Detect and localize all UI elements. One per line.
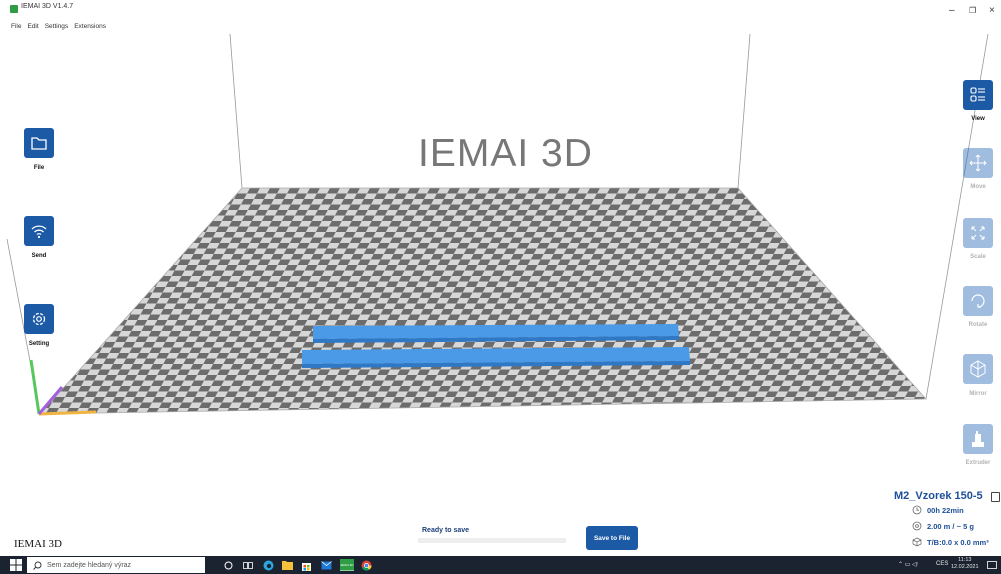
dimensions-row: T/B:0.0 x 0.0 mm³: [912, 537, 989, 547]
move-tool-button[interactable]: [963, 148, 993, 178]
clock-icon: [912, 505, 922, 515]
scale-tool-label: Scale: [970, 254, 986, 260]
move-arrows-icon: [969, 154, 987, 172]
build-plate-viewport[interactable]: [0, 34, 1001, 554]
clock-date: 12.02.2021: [951, 564, 979, 570]
print-time-row: 00h 22min: [912, 505, 964, 515]
scale-tool-button[interactable]: [963, 218, 993, 248]
view-tool-label: View: [971, 116, 985, 122]
extruder-tool-label: Extruder: [965, 460, 991, 466]
model-name: M2_Vzorek 150-5: [894, 490, 983, 502]
rotate-tool-button[interactable]: [963, 286, 993, 316]
taskbar-clock[interactable]: 11:13 12.02.2021: [951, 557, 979, 571]
y-axis-gizmo: [29, 359, 41, 415]
edge-browser-icon[interactable]: [262, 559, 274, 571]
store-icon[interactable]: [300, 559, 312, 571]
send-tool-label: Send: [31, 253, 47, 259]
view-tool-button[interactable]: [963, 80, 993, 110]
x-axis-gizmo: [38, 410, 97, 416]
viewport-brand-text: IEMAI 3D: [418, 132, 593, 175]
task-view-icon[interactable]: [242, 559, 254, 571]
chrome-browser-icon[interactable]: [360, 559, 372, 571]
taskbar-search-box[interactable]: Sem zadejte hledaný výraz: [27, 557, 205, 573]
mirror-cube-icon: [970, 360, 986, 378]
material-row: 2.00 m / ~ 5 g: [912, 521, 974, 531]
close-button[interactable]: ×: [989, 6, 995, 16]
tray-icons[interactable]: ⌃ ▭ ◁ᵎ: [898, 561, 918, 568]
rotate-tool-label: Rotate: [968, 322, 988, 328]
save-to-file-button[interactable]: Save to File: [586, 526, 638, 550]
extruder-tool-button[interactable]: [963, 424, 993, 454]
wifi-icon: [31, 225, 47, 239]
title-bar: IEMAI 3D V1.4.7 – ❐ ×: [0, 0, 1001, 22]
notification-center-icon[interactable]: [986, 559, 998, 571]
send-tool-button[interactable]: [24, 216, 54, 246]
rotate-icon: [971, 294, 985, 308]
gear-icon: [32, 312, 46, 326]
material-value: 2.00 m / ~ 5 g: [927, 521, 974, 531]
file-explorer-icon[interactable]: [281, 559, 293, 571]
menu-bar: File Edit Settings Extensions: [11, 23, 106, 33]
folder-icon: [31, 137, 47, 150]
restore-button[interactable]: ❐: [969, 6, 976, 16]
scale-arrows-icon: [971, 226, 985, 240]
taskbar-search-placeholder: Sem zadejte hledaný výraz: [47, 561, 132, 569]
move-tool-label: Move: [970, 184, 986, 190]
model-details-icon[interactable]: [991, 492, 1000, 502]
clock-time: 11:13: [958, 557, 972, 563]
frame-edge-left-back: [229, 34, 243, 189]
bottom-brand-label: IEMAI 3D: [14, 538, 62, 550]
search-icon: [33, 561, 42, 570]
menu-settings[interactable]: Settings: [45, 23, 69, 33]
print-time-value: 00h 22min: [927, 505, 964, 515]
windows-start-icon[interactable]: [10, 559, 22, 571]
menu-file[interactable]: File: [11, 23, 21, 33]
taskbar-iemai-app[interactable]: IEMAI 3D: [340, 559, 354, 571]
mail-icon[interactable]: [320, 559, 332, 571]
window-title: IEMAI 3D V1.4.7: [21, 3, 74, 10]
cortana-icon[interactable]: [222, 559, 234, 571]
setting-tool-label: Setting: [28, 341, 50, 347]
extruder-icon: [972, 431, 984, 447]
mirror-tool-label: Mirror: [969, 391, 987, 397]
mirror-tool-button[interactable]: [963, 354, 993, 384]
app-logo-icon: [10, 5, 18, 13]
view-list-icon: [970, 87, 985, 102]
frame-edge-right-back: [737, 34, 751, 189]
setting-tool-button[interactable]: [24, 304, 54, 334]
cube-icon: [912, 537, 922, 547]
filament-spool-icon: [912, 521, 922, 531]
file-tool-label: File: [33, 165, 45, 171]
save-progress-bar: [418, 538, 566, 543]
windows-taskbar: Sem zadejte hledaný výraz IEMAI 3D ⌃ ▭ ◁…: [0, 556, 1001, 574]
build-volume-drawing: [6, 34, 989, 416]
language-indicator[interactable]: CES: [936, 561, 948, 567]
dimensions-value: T/B:0.0 x 0.0 mm³: [927, 537, 989, 547]
minimize-button[interactable]: –: [949, 6, 955, 16]
menu-edit[interactable]: Edit: [27, 23, 38, 33]
menu-extensions[interactable]: Extensions: [74, 23, 106, 33]
file-tool-button[interactable]: [24, 128, 54, 158]
status-text: Ready to save: [422, 527, 470, 534]
